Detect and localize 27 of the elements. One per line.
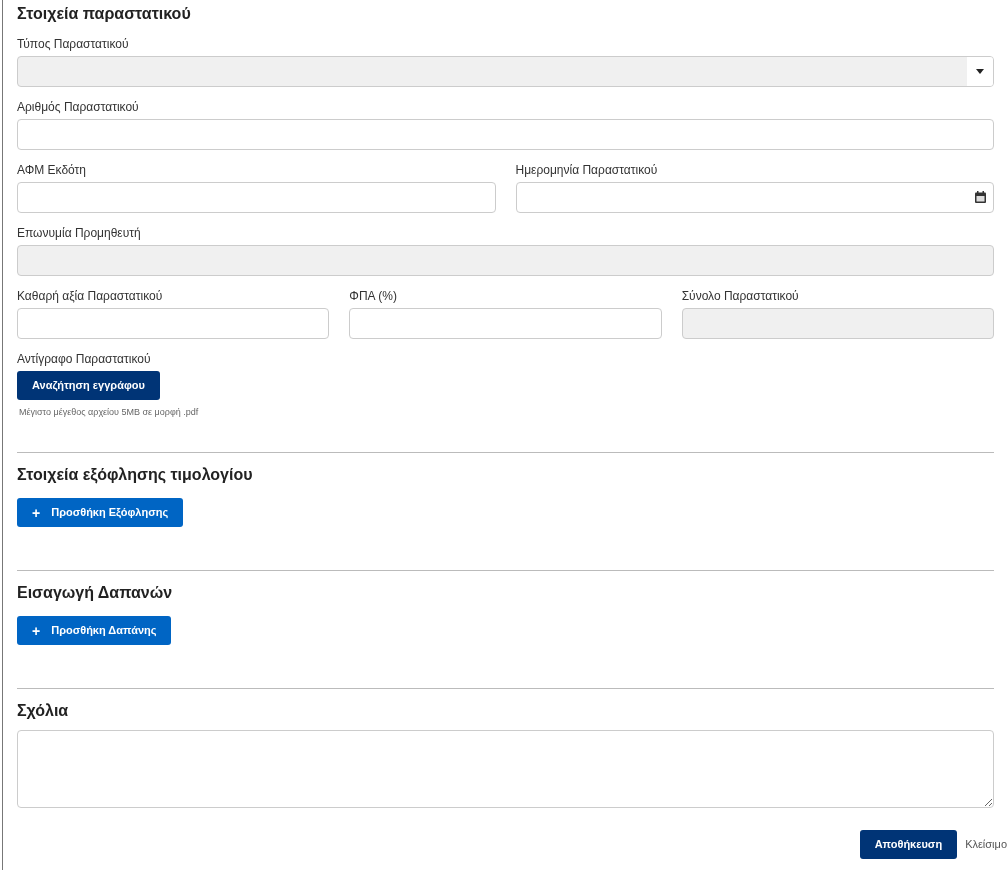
- add-button[interactable]: + Προσθήκη Δαπάνης: [17, 616, 172, 645]
- close-link[interactable]: Κλείσιμο: [965, 836, 1007, 853]
- comments-field[interactable]: [17, 730, 994, 808]
- field-label: Ημερομηνία Παραστατικού: [515, 164, 658, 176]
- calendar-icon[interactable]: [975, 191, 986, 203]
- text-field[interactable]: [17, 119, 994, 150]
- text-field[interactable]: [17, 182, 496, 213]
- field-label: Τύπος Παραστατικού: [17, 38, 129, 50]
- section-title: Σχόλια: [17, 701, 70, 721]
- field-label: ΑΦΜ Εκδότη: [17, 164, 87, 176]
- field-label: ΦΠΑ (%): [349, 290, 397, 302]
- text-field[interactable]: [349, 308, 662, 339]
- save-button[interactable]: Αποθήκευση: [859, 830, 958, 859]
- caret-icon: [976, 69, 984, 74]
- search-document-button[interactable]: Αναζήτηση εγγράφου: [17, 371, 160, 400]
- field-label: Αντίγραφο Παραστατικού: [17, 353, 151, 365]
- section-title: Στοιχεία παραστατικού: [17, 4, 192, 24]
- text-field[interactable]: [17, 308, 330, 339]
- field-label: Σύνολο Παραστατικού: [681, 290, 799, 302]
- field-label: Καθαρή αξία Παραστατικού: [17, 290, 163, 302]
- add-button[interactable]: + Προσθήκη Εξόφλησης: [17, 498, 184, 527]
- section-title: Εισαγωγή Δαπανών: [17, 583, 174, 603]
- field-label: Αριθμός Παραστατικού: [17, 101, 139, 113]
- date-field[interactable]: [515, 182, 994, 213]
- hint-text: Μέγιστο μέγεθος αρχείου 5MB σε μορφή .pdf: [18, 406, 199, 418]
- section-title: Στοιχεία εξόφλησης τιμολογίου: [17, 465, 254, 485]
- field-label: Επωνυμία Προμηθευτή: [17, 227, 141, 239]
